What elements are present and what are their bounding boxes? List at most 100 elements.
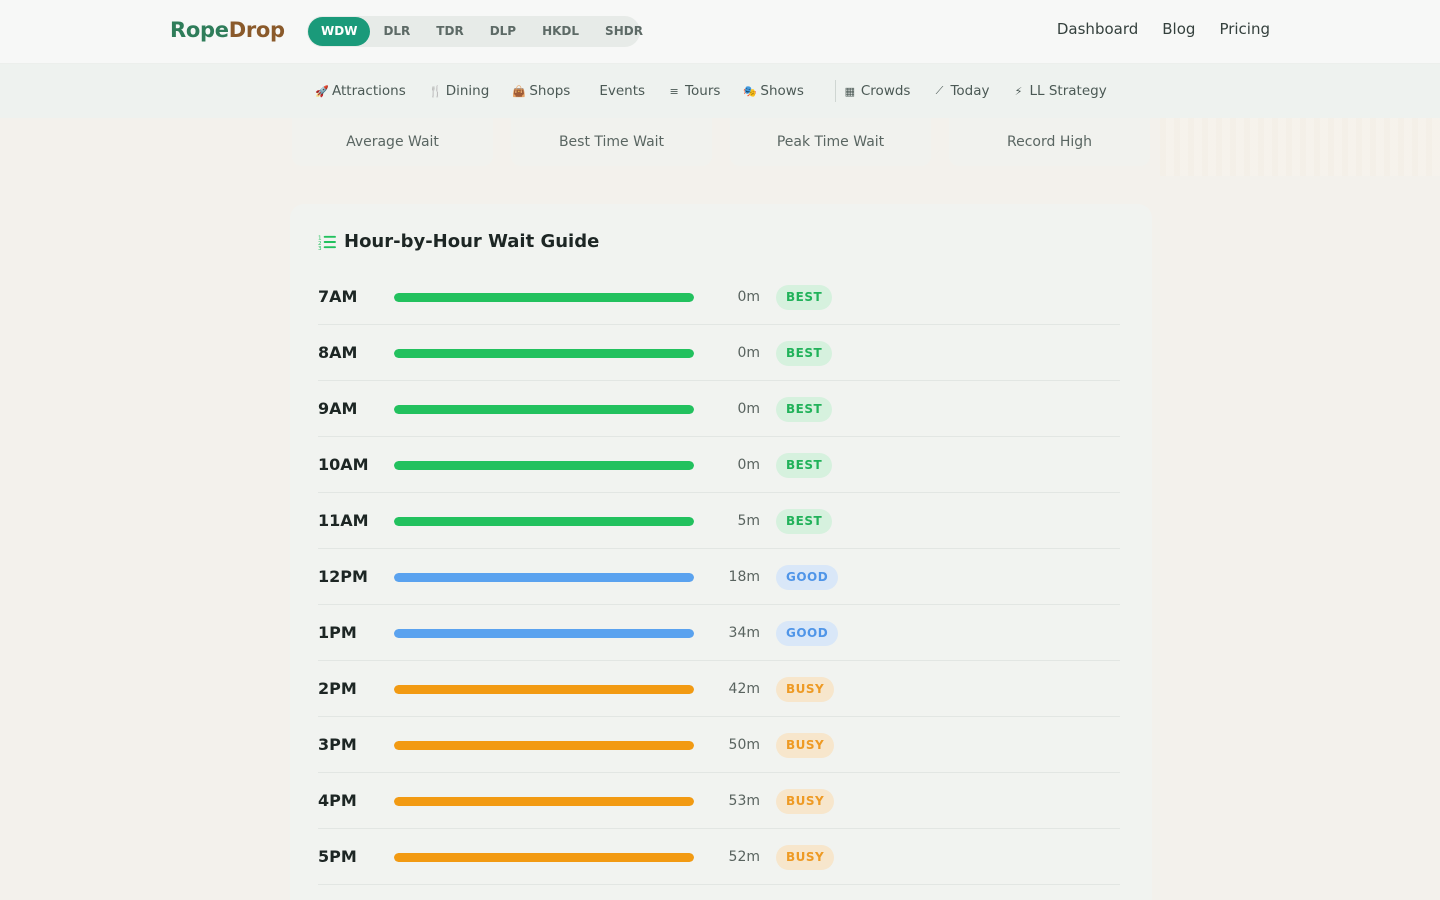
wait-bar-fill bbox=[394, 797, 694, 806]
hour-label: 11AM bbox=[318, 511, 369, 530]
hour-row: 1PM 34m GOOD bbox=[318, 605, 1120, 661]
section-tab-label: Shops bbox=[529, 83, 571, 99]
nav-link-pricing[interactable]: Pricing bbox=[1219, 20, 1270, 38]
section-tab-crowds[interactable]: ▦ Crowds bbox=[844, 83, 911, 99]
park-tab-shdr[interactable]: SHDR bbox=[592, 17, 656, 46]
status-badge: BEST bbox=[776, 453, 833, 478]
status-badge: BEST bbox=[776, 509, 833, 534]
hour-row: 3PM 50m BUSY bbox=[318, 717, 1120, 773]
wait-value: 18m bbox=[728, 569, 760, 585]
masks-icon: 🎭 bbox=[743, 84, 758, 98]
wait-bar bbox=[394, 685, 694, 694]
wait-bar bbox=[394, 573, 694, 582]
signpost-icon: ≡ bbox=[669, 84, 679, 98]
section-tab-shops[interactable]: 👜 Shops bbox=[512, 83, 570, 99]
section-tab-today[interactable]: ⟋ Today bbox=[933, 83, 990, 99]
status-badge: BEST bbox=[776, 341, 833, 366]
rocket-icon: 🚀 bbox=[315, 84, 329, 98]
stat-card-average-wait: Average Wait bbox=[292, 118, 493, 166]
nav-link-dashboard[interactable]: Dashboard bbox=[1057, 20, 1138, 38]
hour-row: 11AM 5m BEST bbox=[318, 493, 1120, 549]
stat-card-best-time-wait: Best Time Wait bbox=[511, 118, 712, 166]
guide-header: 1 2 3 Hour-by-Hour Wait Guide bbox=[318, 231, 599, 252]
stat-card-record-high: Record High bbox=[949, 118, 1150, 166]
park-tab-dlr[interactable]: DLR bbox=[370, 17, 423, 46]
wait-bar-fill bbox=[394, 629, 694, 638]
wait-bar-fill bbox=[394, 461, 694, 470]
hour-label: 7AM bbox=[318, 287, 358, 306]
hour-row: 12PM 18m GOOD bbox=[318, 549, 1120, 605]
wait-bar-fill bbox=[394, 517, 694, 526]
nav-divider bbox=[834, 80, 836, 102]
brand-part-1: Rope bbox=[170, 18, 229, 42]
park-tab-dlp[interactable]: DLP bbox=[477, 17, 529, 46]
hour-row bbox=[318, 885, 1120, 900]
park-tab-tdr[interactable]: TDR bbox=[423, 17, 476, 46]
section-tab-attractions[interactable]: 🚀 Attractions bbox=[315, 83, 406, 99]
wait-value: 0m bbox=[737, 345, 760, 361]
hour-row: 4PM 53m BUSY bbox=[318, 773, 1120, 829]
wait-bar bbox=[394, 629, 694, 638]
section-tab-label: Dining bbox=[445, 83, 490, 99]
status-badge: BUSY bbox=[776, 677, 835, 702]
section-tab-label: Shows bbox=[760, 83, 804, 99]
bag-icon: 👜 bbox=[512, 84, 527, 98]
section-tab-dining[interactable]: 🍴 Dining bbox=[429, 83, 490, 99]
section-tab-events[interactable]: Events bbox=[599, 83, 645, 99]
wait-value: 0m bbox=[737, 457, 760, 473]
decorative-stripes bbox=[1160, 118, 1440, 176]
brand-part-2: Drop bbox=[228, 18, 285, 42]
hour-label: 3PM bbox=[318, 735, 357, 754]
hour-label: 8AM bbox=[318, 343, 358, 362]
wait-bar bbox=[394, 741, 694, 750]
status-badge: BEST bbox=[776, 285, 833, 310]
wait-bar bbox=[394, 517, 694, 526]
wait-bar-fill bbox=[394, 293, 694, 302]
hour-label: 12PM bbox=[318, 567, 368, 586]
hour-by-hour-card: 1 2 3 Hour-by-Hour Wait Guide 7AM 0m BEST 8… bbox=[290, 204, 1152, 900]
wait-value: 5m bbox=[737, 513, 760, 529]
wait-value: 42m bbox=[728, 681, 760, 697]
top-nav: Dashboard Blog Pricing bbox=[1057, 20, 1270, 38]
hour-label: 10AM bbox=[318, 455, 369, 474]
section-tab-tours[interactable]: ≡ Tours bbox=[668, 83, 720, 99]
status-badge: GOOD bbox=[776, 565, 839, 590]
wait-bar-fill bbox=[394, 741, 694, 750]
park-tab-hkdl[interactable]: HKDL bbox=[529, 17, 592, 46]
wait-bar bbox=[394, 797, 694, 806]
section-tab-label: Crowds bbox=[860, 83, 911, 99]
top-header: RopeDrop WDW DLR TDR DLP HKDL SHDR Dashboard B… bbox=[0, 0, 1440, 64]
hour-label: 9AM bbox=[318, 399, 358, 418]
wait-value: 53m bbox=[728, 793, 760, 809]
nav-link-blog[interactable]: Blog bbox=[1162, 20, 1195, 38]
section-tab-label: Events bbox=[599, 83, 646, 99]
wait-value: 52m bbox=[728, 849, 760, 865]
brand-logo[interactable]: RopeDrop bbox=[170, 18, 285, 42]
hour-label: 2PM bbox=[318, 679, 357, 698]
wait-value: 0m bbox=[737, 401, 760, 417]
section-tab-shows[interactable]: 🎭 Shows bbox=[743, 83, 803, 99]
section-tab-label: LL Strategy bbox=[1029, 83, 1107, 99]
section-tab-ll-strategy[interactable]: ⚡ LL Strategy bbox=[1013, 83, 1107, 99]
wait-value: 34m bbox=[728, 625, 760, 641]
chart-line-icon: ⟋ bbox=[935, 84, 944, 97]
wait-bar bbox=[394, 405, 694, 414]
hour-row: 7AM 0m BEST bbox=[318, 269, 1120, 325]
section-nav: 🚀 Attractions 🍴 Dining 👜 Shops Events ≡ Tours 🎭 Sh… bbox=[0, 64, 1440, 118]
hour-row: 10AM 0m BEST bbox=[318, 437, 1120, 493]
wait-bar-fill bbox=[394, 405, 694, 414]
wait-bar-fill bbox=[394, 349, 694, 358]
ordered-list-icon: 1 2 3 bbox=[318, 235, 336, 250]
stat-card-peak-time-wait: Peak Time Wait bbox=[730, 118, 931, 166]
wait-value: 0m bbox=[737, 289, 760, 305]
hour-row: 9AM 0m BEST bbox=[318, 381, 1120, 437]
park-tab-wdw[interactable]: WDW bbox=[308, 17, 371, 46]
bolt-icon: ⚡ bbox=[1014, 84, 1023, 98]
wait-bar-fill bbox=[394, 685, 694, 694]
wait-bar-fill bbox=[394, 573, 694, 582]
hour-row: 5PM 52m BUSY bbox=[318, 829, 1120, 885]
wait-value: 50m bbox=[728, 737, 760, 753]
hour-row: 8AM 0m BEST bbox=[318, 325, 1120, 381]
section-nav-items: 🚀 Attractions 🍴 Dining 👜 Shops Events ≡ Tours 🎭 Sh… bbox=[315, 64, 1130, 118]
park-switcher: WDW DLR TDR DLP HKDL SHDR bbox=[307, 16, 643, 47]
